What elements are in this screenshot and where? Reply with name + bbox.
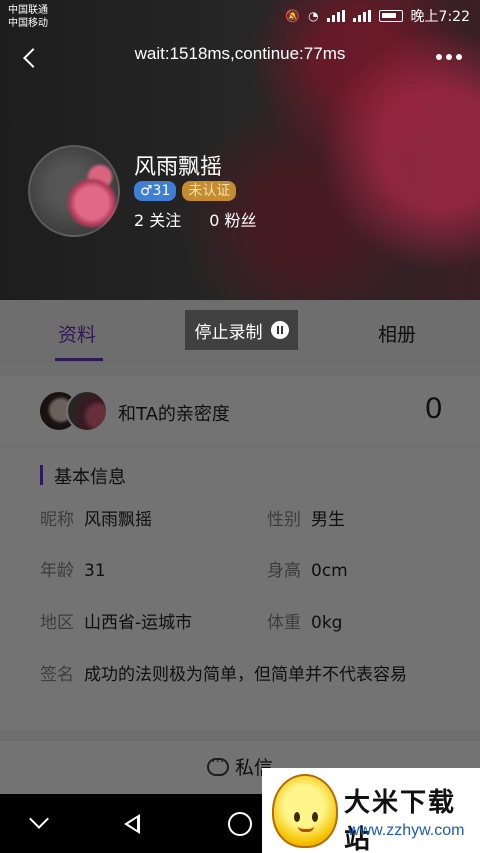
nickname-label: 昵称 (40, 510, 74, 530)
basic-info-section: 基本信息 昵称 风雨飘摇 性别 男生 年龄 31 身高 0cm 地区 山西省-运城市 体重… (0, 446, 480, 730)
carrier-2: 中国移动 (8, 18, 48, 29)
signature-field: 签名 成功的法则极为简单，但简单并不代表容易 (40, 660, 407, 685)
height-label: 身高 (267, 561, 301, 581)
profile-header: 风雨飘摇 ♂31 未认证 2 关注 0 粉丝 (28, 145, 458, 245)
status-icons: 🔕 ◔ 晚上7:22 (285, 6, 470, 26)
hide-nav-icon[interactable] (26, 810, 54, 838)
gender-label: 性别 (267, 510, 301, 530)
age-label: 年龄 (40, 561, 74, 581)
profile-badges: ♂31 未认证 (134, 181, 237, 201)
basic-info-title: 基本信息 (40, 463, 126, 489)
username: 风雨飘摇 (134, 155, 223, 180)
profile-content-panel: 资料 相册 和TA的亲密度 0 基本信息 昵称 风雨飘摇 性别 男生 年龄 31 身高… (0, 300, 480, 794)
4g-signal-icon (352, 10, 371, 22)
stop-recording-label: 停止录制 (194, 322, 263, 343)
region-value: 山西省-运城市 (84, 613, 193, 633)
gender-field: 性别 男生 (267, 505, 345, 530)
timing-debug-text: wait:1518ms,continue:77ms (134, 44, 346, 63)
wifi-icon: ◔ (308, 9, 319, 23)
certification-badge: 未认证 (182, 181, 237, 201)
3g-signal-icon (326, 10, 345, 22)
watermark-url: www.zzhyw.com (348, 822, 465, 839)
carrier-info: 中国联通 中国移动 (8, 4, 48, 30)
tab-album[interactable]: 相册 (378, 320, 416, 347)
tab-info[interactable]: 资料 (58, 320, 96, 347)
height-field: 身高 0cm (267, 556, 348, 581)
mute-icon: 🔕 (285, 9, 301, 23)
active-tab-indicator (55, 358, 103, 361)
weight-field: 体重 0kg (267, 608, 342, 633)
stop-recording-button[interactable]: 停止录制 (185, 310, 298, 350)
pause-icon (270, 321, 289, 339)
signature-value: 成功的法则极为简单，但简单并不代表容易 (84, 665, 407, 685)
nav-back-icon[interactable] (120, 810, 148, 838)
status-time: 晚上7:22 (410, 9, 470, 25)
following-count[interactable]: 2 关注 (134, 207, 181, 231)
intimacy-label: 和TA的亲密度 (118, 404, 230, 425)
watermark-title: 大米下载站 (344, 788, 457, 853)
gender-value: 男生 (311, 510, 345, 530)
region-field: 地区 山西省-运城市 (40, 608, 192, 633)
weight-value: 0kg (311, 613, 343, 633)
carrier-1: 中国联通 (8, 5, 48, 16)
age-value: 31 (84, 561, 106, 581)
follow-stats: 2 关注 0 粉丝 (134, 207, 257, 231)
nickname-field: 昵称 风雨飘摇 (40, 505, 152, 530)
battery-icon (378, 10, 403, 22)
more-dots-icon[interactable] (436, 54, 462, 60)
region-label: 地区 (40, 613, 74, 633)
followers-count[interactable]: 0 粉丝 (209, 207, 256, 231)
chat-bubble-icon (206, 754, 229, 776)
nickname-value: 风雨飘摇 (84, 510, 152, 530)
avatar[interactable] (28, 145, 120, 237)
watermark: 大米下载站 www.zzhyw.com (262, 768, 480, 853)
intimacy-row: 和TA的亲密度 0 (0, 376, 480, 446)
top-bar: wait:1518ms,continue:77ms (0, 36, 480, 80)
intimacy-value: 0 (425, 392, 442, 425)
watermark-egg-logo-icon (272, 774, 338, 848)
height-value: 0cm (311, 561, 348, 581)
gender-age-badge: ♂31 (134, 181, 177, 201)
age-field: 年龄 31 (40, 556, 106, 581)
nav-home-icon[interactable] (228, 812, 252, 836)
weight-label: 体重 (267, 613, 301, 633)
status-bar: 中国联通 中国移动 🔕 ◔ 晚上7:22 (0, 0, 480, 32)
their-avatar (66, 390, 108, 432)
signature-label: 签名 (40, 665, 74, 685)
